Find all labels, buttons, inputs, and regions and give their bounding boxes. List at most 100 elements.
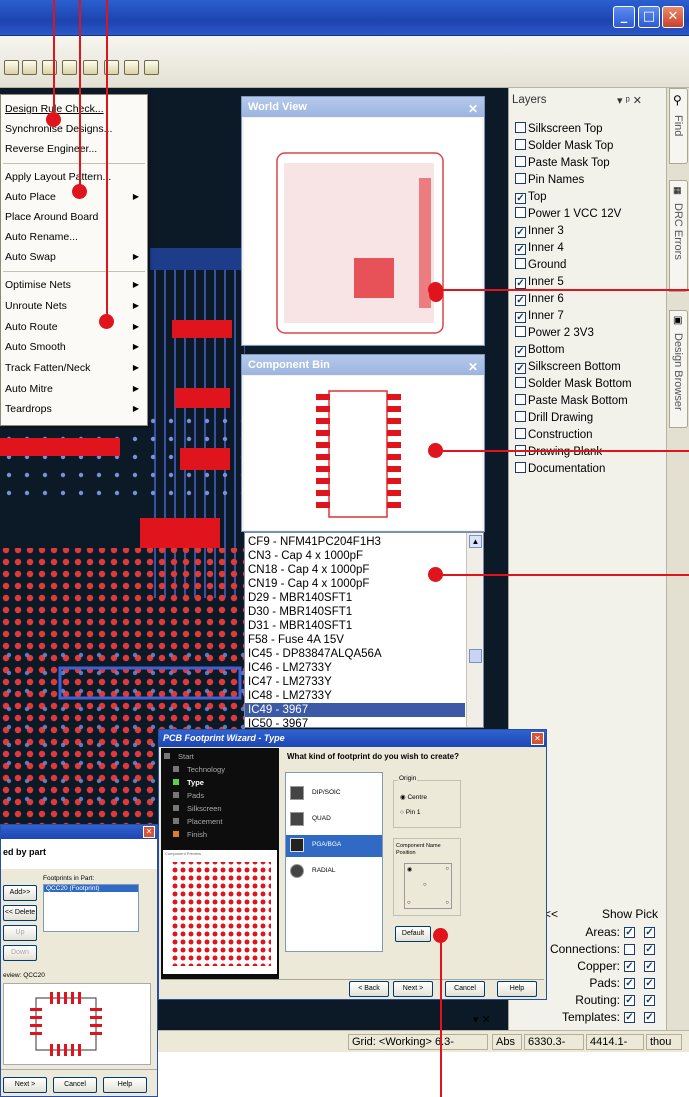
minimize-button[interactable]: _: [613, 6, 635, 28]
show-checkbox[interactable]: ✓: [624, 995, 635, 1006]
menu-item-unroute-nets[interactable]: Unroute Nets ▶: [5, 296, 145, 316]
footprints-list[interactable]: QCC20 (Footprint): [43, 884, 139, 932]
menu-item-reverse-engineer[interactable]: Reverse Engineer...: [5, 139, 145, 159]
scroll-up-icon[interactable]: ▲: [469, 535, 482, 548]
layer-item[interactable]: Documentation: [515, 461, 605, 478]
list-scrollbar[interactable]: ▲: [466, 533, 483, 727]
list-item[interactable]: CN18 - Cap 4 x 1000pF: [248, 563, 369, 577]
close-button[interactable]: ✕: [662, 6, 684, 28]
menu-item-auto-route[interactable]: Auto Route ▶: [5, 317, 145, 337]
layer-item[interactable]: ✓ Inner 3: [515, 223, 564, 240]
position-radio[interactable]: ○: [407, 900, 411, 906]
component-list[interactable]: CF9 - NFM41PC204F1H3 CN3 - Cap 4 x 1000p…: [244, 532, 484, 728]
toolbar-icon-5[interactable]: [83, 60, 98, 75]
menu-item-optimise-nets[interactable]: Optimise Nets ▶: [5, 275, 145, 295]
down-button[interactable]: Down: [3, 945, 37, 961]
checkbox[interactable]: [515, 173, 526, 184]
pick-checkbox[interactable]: ✓: [644, 1012, 655, 1023]
layer-item[interactable]: ✓ Bottom: [515, 342, 564, 359]
checkbox[interactable]: [515, 139, 526, 150]
list-item[interactable]: IC48 - LM2733Y: [248, 689, 332, 703]
layer-item[interactable]: Construction: [515, 427, 593, 444]
list-item[interactable]: IC45 - DP83847ALQA56A: [248, 647, 382, 661]
position-radio[interactable]: ○: [423, 882, 427, 888]
pick-checkbox[interactable]: ✓: [644, 978, 655, 989]
close-icon[interactable]: ✕: [531, 732, 544, 745]
layer-item[interactable]: ✓ Silkscreen Bottom: [515, 359, 621, 376]
list-item[interactable]: IC47 - LM2733Y: [248, 675, 332, 689]
type-option-quad[interactable]: QUAD: [286, 809, 382, 831]
pick-checkbox[interactable]: ✓: [644, 995, 655, 1006]
layer-item[interactable]: Pin Names: [515, 172, 584, 189]
layer-item[interactable]: ✓ Inner 7: [515, 308, 564, 325]
checkbox[interactable]: [515, 122, 526, 133]
next-button[interactable]: Next >: [393, 981, 433, 997]
menu-item-teardrops[interactable]: Teardrops ▶: [5, 399, 145, 419]
list-item[interactable]: CF9 - NFM41PC204F1H3: [248, 535, 381, 549]
tab-drc-errors[interactable]: ▦ DRC Errors: [669, 180, 688, 292]
next-button[interactable]: Next >: [3, 1077, 47, 1093]
close-icon[interactable]: ✕: [468, 357, 478, 377]
checkbox[interactable]: [515, 326, 526, 337]
close-icon[interactable]: ✕: [143, 826, 155, 838]
tab-design-browser[interactable]: ▣ Design Browser: [669, 310, 688, 428]
type-option-dip-soic[interactable]: DIP/SOIC: [286, 783, 382, 805]
checkbox-checked[interactable]: ✓: [515, 363, 526, 374]
menu-item-auto-smooth[interactable]: Auto Smooth ▶: [5, 337, 145, 357]
menu-item-place-around-board[interactable]: Place Around Board: [5, 207, 145, 227]
checkbox[interactable]: [515, 411, 526, 422]
panel-pin-close-icon[interactable]: ▾ ✕: [473, 1013, 491, 1026]
list-item[interactable]: D29 - MBR140SFT1: [248, 591, 352, 605]
delete-button[interactable]: << Delete: [3, 905, 37, 921]
checkbox[interactable]: [515, 156, 526, 167]
list-item[interactable]: F58 - Fuse 4A 15V: [248, 633, 344, 647]
list-item[interactable]: IC50 - 3967: [248, 717, 308, 727]
help-button[interactable]: Help: [497, 981, 537, 997]
show-checkbox[interactable]: ✓: [624, 961, 635, 972]
layer-item[interactable]: Paste Mask Top: [515, 155, 610, 172]
layer-item[interactable]: Power 1 VCC 12V: [515, 206, 621, 223]
layer-item[interactable]: Solder Mask Bottom: [515, 376, 632, 393]
menu-item-synchronise-designs[interactable]: Synchronise Designs...: [5, 119, 145, 139]
checkbox[interactable]: [515, 258, 526, 269]
show-checkbox[interactable]: ✓: [624, 978, 635, 989]
show-checkbox[interactable]: ✓: [624, 1012, 635, 1023]
checkbox[interactable]: [515, 462, 526, 473]
pick-checkbox[interactable]: ✓: [644, 944, 655, 955]
maximize-button[interactable]: □: [638, 6, 660, 28]
back-button[interactable]: < Back: [349, 981, 389, 997]
checkbox-checked[interactable]: ✓: [515, 227, 526, 238]
add-button[interactable]: Add>>: [3, 885, 37, 901]
checkbox-checked[interactable]: ✓: [515, 278, 526, 289]
list-item-selected[interactable]: QCC20 (Footprint): [44, 885, 138, 892]
menu-item-auto-rename[interactable]: Auto Rename...: [5, 227, 145, 247]
up-button[interactable]: Up: [3, 925, 37, 941]
origin-pin1-radio[interactable]: ○ Pin 1: [400, 809, 421, 816]
checkbox-checked[interactable]: ✓: [515, 193, 526, 204]
checkbox[interactable]: [515, 394, 526, 405]
layer-item[interactable]: Power 2 3V3: [515, 325, 594, 342]
layer-item[interactable]: Silkscreen Top: [515, 121, 603, 138]
checkbox-checked[interactable]: ✓: [515, 244, 526, 255]
position-radio[interactable]: ○: [445, 866, 449, 872]
tab-find[interactable]: ⚲ Find: [669, 88, 688, 164]
toolbar-icon-8[interactable]: [144, 60, 159, 75]
checkbox-checked[interactable]: ✓: [515, 346, 526, 357]
layer-item[interactable]: Solder Mask Top: [515, 138, 613, 155]
list-item[interactable]: IC46 - LM2733Y: [248, 661, 332, 675]
type-option-radial[interactable]: RADIAL: [286, 861, 382, 883]
show-checkbox[interactable]: ✓: [624, 927, 635, 938]
layer-item[interactable]: Drawing Blank: [515, 444, 602, 461]
name-position-grid[interactable]: ◉ ○ ○ ○ ○: [404, 863, 452, 909]
toolbar-icon-7[interactable]: [124, 60, 139, 75]
list-item[interactable]: CN3 - Cap 4 x 1000pF: [248, 549, 363, 563]
checkbox[interactable]: [515, 428, 526, 439]
toolbar-icon-4[interactable]: [62, 60, 77, 75]
toolbar-icon-2[interactable]: [22, 60, 37, 75]
layer-item[interactable]: Paste Mask Bottom: [515, 393, 628, 410]
origin-centre-radio[interactable]: ◉ Centre: [400, 793, 427, 801]
default-button[interactable]: Default: [395, 926, 431, 942]
toolbar-icon-1[interactable]: [4, 60, 19, 75]
checkbox-checked[interactable]: ✓: [515, 295, 526, 306]
checkbox-checked[interactable]: ✓: [515, 312, 526, 323]
